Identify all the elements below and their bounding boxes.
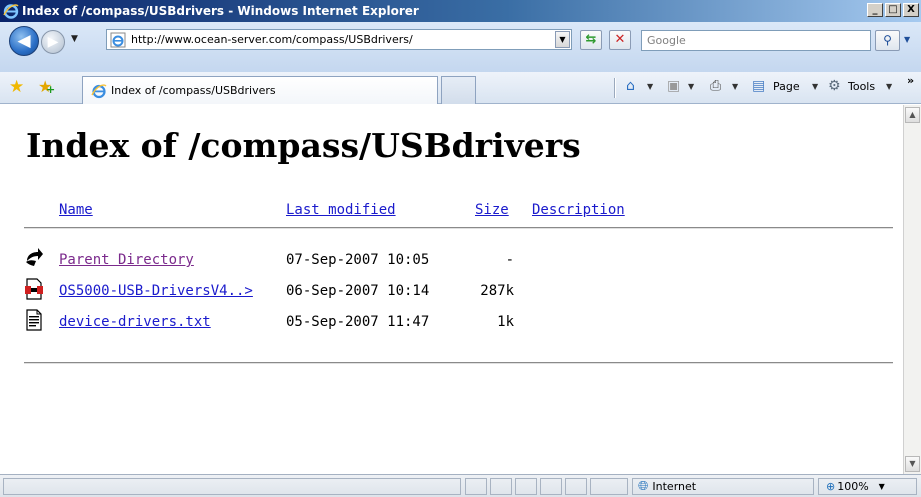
print-icon[interactable]: ⎙ — [710, 78, 721, 94]
zoom-dropdown-icon[interactable]: ▼ — [879, 482, 885, 491]
parent-directory-icon — [26, 248, 43, 266]
stop-icon: ✕ — [614, 32, 626, 47]
column-header-description[interactable]: Description — [532, 202, 625, 218]
page-title: Index of /compass/USBdrivers — [26, 126, 581, 165]
zoom-icon: ⊕ — [826, 480, 836, 493]
maximize-button[interactable]: □ — [885, 3, 901, 17]
status-pane — [515, 478, 537, 495]
home-dropdown-icon[interactable]: ▼ — [647, 82, 653, 91]
scroll-up-arrow-icon[interactable]: ▲ — [905, 107, 920, 123]
address-bar[interactable]: http://www.ocean-server.com/compass/USBd… — [106, 29, 572, 50]
window-title: Index of /compass/USBdrivers - Windows I… — [22, 4, 419, 18]
security-zone-label: Internet — [652, 480, 697, 493]
modified-date: 06-Sep-2007 10:14 — [286, 283, 430, 299]
status-pane — [465, 478, 487, 495]
tools-dropdown-icon[interactable]: ▼ — [886, 82, 892, 91]
tab-label: Index of /compass/USBdrivers — [111, 84, 276, 97]
column-header-name[interactable]: Name — [59, 202, 93, 218]
search-button[interactable]: ⚲ — [875, 30, 900, 51]
add-to-favorites-icon[interactable]: ★ + — [38, 77, 55, 96]
file-size: - — [505, 252, 514, 268]
status-pane — [540, 478, 562, 495]
close-button[interactable]: X — [903, 3, 919, 17]
ie-page-icon — [91, 83, 107, 98]
table-row: OS5000-USB-DriversV4..> 06-Sep-2007 10:1… — [0, 278, 900, 307]
forward-button[interactable]: ▶ — [41, 30, 65, 54]
status-bar: 🌐︎ Internet ⊕ 100% ▼ — [0, 474, 921, 497]
text-file-icon — [26, 309, 42, 331]
modified-date: 07-Sep-2007 10:05 — [286, 252, 430, 268]
page-content: Index of /compass/USBdrivers Name Last m… — [0, 105, 903, 474]
address-url[interactable]: http://www.ocean-server.com/compass/USBd… — [131, 33, 413, 46]
command-overflow-chevron-icon[interactable]: » — [907, 74, 914, 87]
internet-explorer-icon — [3, 4, 19, 19]
table-row: device-drivers.txt 05-Sep-2007 11:47 1k — [0, 309, 900, 338]
column-header-last-modified[interactable]: Last modified — [286, 202, 396, 218]
search-input[interactable]: Google — [641, 30, 871, 51]
command-bar: ★ ★ + Index of /compass/USBdrivers ⌂ ▼ ▣ … — [0, 72, 921, 104]
page-dropdown-icon[interactable]: ▼ — [812, 82, 818, 91]
status-pane — [590, 478, 628, 495]
header-divider — [24, 227, 893, 229]
zoom-level: 100% — [837, 480, 869, 493]
footer-divider — [24, 362, 893, 364]
tab-active[interactable]: Index of /compass/USBdrivers — [82, 76, 438, 104]
forward-arrow-icon: ▶ — [47, 34, 59, 50]
status-text-pane — [3, 478, 461, 495]
scroll-down-arrow-icon[interactable]: ▼ — [905, 456, 920, 472]
search-icon: ⚲ — [883, 33, 892, 47]
refresh-icon: ⇆ — [585, 32, 597, 47]
page-menu-icon: ▤ — [752, 78, 766, 94]
back-arrow-icon: ◀ — [17, 31, 31, 51]
recent-pages-dropdown[interactable]: ▼ — [71, 34, 78, 44]
back-button[interactable]: ◀ — [9, 26, 39, 56]
file-size: 287k — [480, 283, 514, 299]
status-pane — [565, 478, 587, 495]
globe-icon: 🌐︎ — [638, 479, 649, 494]
file-link-os5000-usb-drivers[interactable]: OS5000-USB-DriversV4..> — [59, 283, 253, 299]
file-link-parent-directory[interactable]: Parent Directory — [59, 252, 194, 268]
tools-gear-icon: ⚙ — [828, 78, 841, 94]
file-size: 1k — [497, 314, 514, 330]
modified-date: 05-Sep-2007 11:47 — [286, 314, 430, 330]
security-zone-pane[interactable]: 🌐︎ Internet — [632, 478, 814, 495]
command-separator — [614, 78, 616, 98]
address-dropdown-button[interactable]: ▼ — [555, 31, 570, 48]
vertical-scrollbar[interactable]: ▲ ▼ — [903, 105, 921, 474]
home-icon[interactable]: ⌂ — [626, 78, 635, 94]
column-header-size[interactable]: Size — [475, 202, 509, 218]
window-title-bar[interactable]: Index of /compass/USBdrivers - Windows I… — [0, 0, 921, 22]
navigation-bar: ◀ ▶ ▼ http://www.ocean-server.com/compas… — [0, 22, 921, 72]
feeds-dropdown-icon[interactable]: ▼ — [688, 82, 694, 91]
archive-file-icon — [25, 278, 43, 300]
print-dropdown-icon[interactable]: ▼ — [732, 82, 738, 91]
favorites-center-icon[interactable]: ★ — [9, 77, 24, 97]
tools-menu[interactable]: Tools — [848, 80, 875, 93]
feeds-icon[interactable]: ▣ — [667, 78, 680, 94]
new-tab-button[interactable] — [441, 76, 476, 104]
table-row: Parent Directory 07-Sep-2007 10:05 - — [0, 248, 900, 276]
page-menu[interactable]: Page — [773, 80, 800, 93]
stop-button[interactable]: ✕ — [609, 30, 631, 50]
ie-page-icon — [110, 32, 126, 47]
zoom-control[interactable]: ⊕ 100% ▼ — [818, 478, 917, 495]
search-options-dropdown[interactable]: ▼ — [904, 35, 910, 44]
status-pane — [490, 478, 512, 495]
minimize-button[interactable]: _ — [867, 3, 883, 17]
file-link-device-drivers-txt[interactable]: device-drivers.txt — [59, 314, 211, 330]
refresh-button[interactable]: ⇆ — [580, 30, 602, 50]
